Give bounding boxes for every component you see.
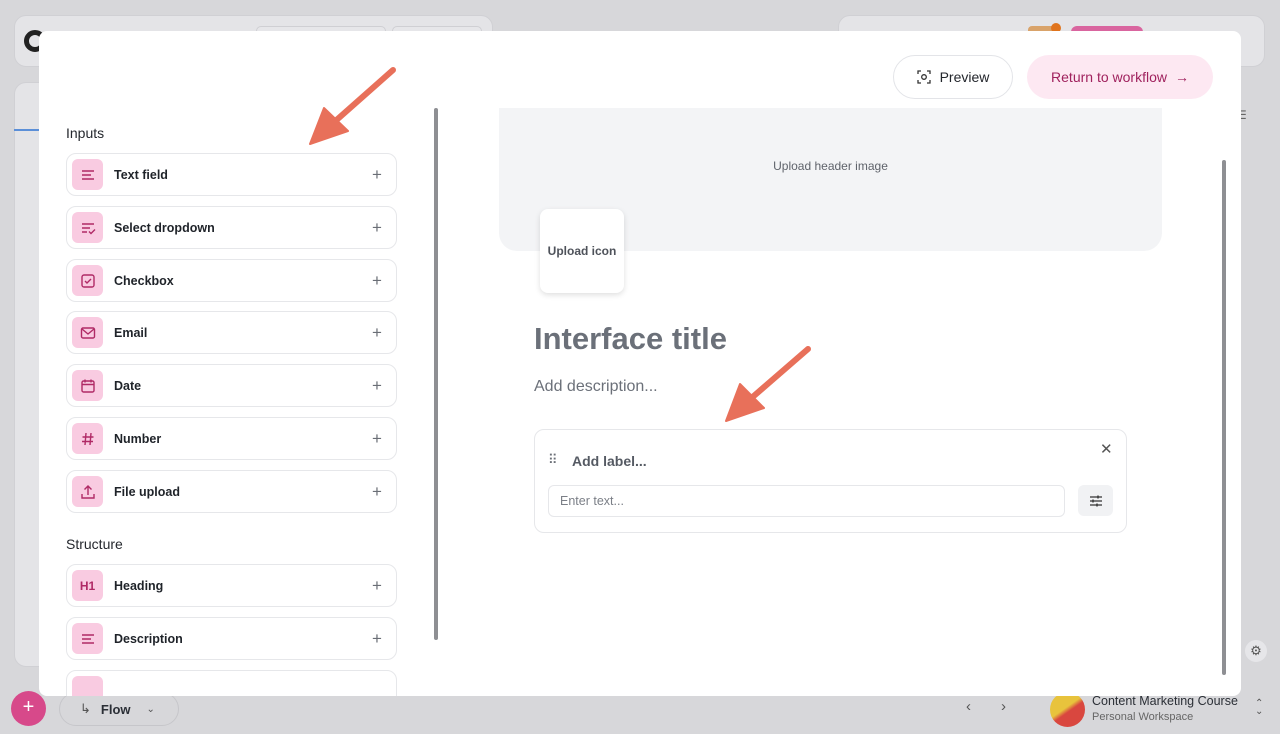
envelope-icon (72, 317, 103, 348)
gear-icon[interactable]: ⚙ (1245, 640, 1267, 662)
workspace-name[interactable]: Content Marketing Course (1092, 694, 1238, 708)
add-plus-icon[interactable]: + (362, 629, 392, 649)
text-lines-icon (72, 159, 103, 190)
canvas-scrollbar[interactable] (1222, 160, 1226, 675)
flow-label: Flow (100, 701, 131, 717)
add-plus-icon[interactable]: + (362, 376, 392, 396)
interface-title[interactable]: Interface title (534, 321, 727, 357)
field-label-input[interactable]: Add label... (572, 453, 647, 469)
return-to-workflow-button[interactable]: Return to workflow → (1027, 55, 1213, 99)
workspace-subtitle: Personal Workspace (1092, 711, 1194, 723)
drag-handle-icon[interactable]: ⠿ (548, 452, 557, 468)
palette-item-date[interactable]: Date + (66, 364, 397, 407)
flow-arrow-icon: ↳ (80, 701, 91, 716)
chevron-left-icon[interactable]: ‹ (966, 698, 971, 715)
palette-item-label: Text field (114, 167, 168, 182)
add-plus-icon[interactable]: + (362, 165, 392, 185)
add-plus-icon[interactable]: + (362, 218, 392, 238)
preview-button[interactable]: Preview (893, 55, 1013, 99)
palette-item-number[interactable]: Number + (66, 417, 397, 460)
palette-item-heading[interactable]: H1 Heading + (66, 564, 397, 607)
palette-item-label: File upload (114, 484, 180, 499)
palette-item-icon (72, 676, 103, 696)
workspace-switch-icon[interactable]: ⌃ ⌄ (1255, 699, 1263, 717)
palette-item-label: Select dropdown (114, 220, 215, 235)
interface-builder-modal: Preview Return to workflow → Inputs Text… (39, 31, 1241, 696)
palette-item-partial[interactable] (66, 670, 397, 696)
palette-item-file-upload[interactable]: File upload + (66, 470, 397, 513)
return-label: Return to workflow (1051, 69, 1167, 85)
upload-icon-label: Upload icon (547, 244, 617, 258)
upload-icon-button[interactable]: Upload icon (540, 209, 624, 293)
bg-active-indicator (14, 129, 40, 131)
upload-icon (72, 476, 103, 507)
field-text-input[interactable] (548, 485, 1065, 517)
palette-item-label: Date (114, 378, 142, 393)
close-icon[interactable]: ✕ (1100, 440, 1113, 458)
palette-item-checkbox[interactable]: Checkbox + (66, 259, 397, 302)
workspace-avatar[interactable] (1050, 692, 1085, 727)
palette-item-label: Checkbox (114, 273, 174, 288)
add-plus-icon[interactable]: + (362, 429, 392, 449)
interface-description[interactable]: Add description... (534, 378, 658, 396)
preview-scan-icon (916, 70, 931, 84)
checkbox-icon (72, 265, 103, 296)
chevron-down-icon: ⌄ (146, 703, 155, 715)
palette-item-text-field[interactable]: Text field + (66, 153, 397, 196)
palette-item-label: Description (114, 631, 183, 646)
add-fab-button[interactable]: + (11, 691, 46, 726)
calendar-icon (72, 370, 103, 401)
add-plus-icon[interactable]: + (362, 323, 392, 343)
chevron-right-icon[interactable]: › (1001, 698, 1006, 715)
add-plus-icon[interactable]: + (362, 576, 392, 596)
palette-item-select-dropdown[interactable]: Select dropdown + (66, 206, 397, 249)
sliders-icon (1089, 495, 1102, 506)
field-settings-button[interactable] (1078, 485, 1113, 516)
hash-icon (72, 423, 103, 454)
palette-item-label: Email (114, 325, 148, 340)
structure-section-title: Structure (66, 536, 123, 552)
preview-label: Preview (939, 69, 990, 85)
arrow-right-icon: → (1174, 69, 1189, 85)
palette-item-description[interactable]: Description + (66, 617, 397, 660)
add-plus-icon[interactable]: + (362, 271, 392, 291)
add-plus-icon[interactable]: + (362, 482, 392, 502)
header-image-label: Upload header image (773, 159, 888, 173)
palette-item-label: Number (114, 431, 162, 446)
inputs-section-title: Inputs (66, 125, 105, 141)
heading-h1-icon: H1 (72, 570, 103, 601)
text-lines-icon (72, 623, 103, 654)
flow-selector[interactable]: ↳ Flow ⌄ (59, 692, 179, 726)
palette-item-email[interactable]: Email + (66, 311, 397, 354)
form-field-card: ⠿ Add label... ✕ (534, 429, 1127, 533)
palette-item-label: Heading (114, 578, 164, 593)
palette-scrollbar[interactable] (434, 108, 438, 640)
select-list-icon (72, 212, 103, 243)
